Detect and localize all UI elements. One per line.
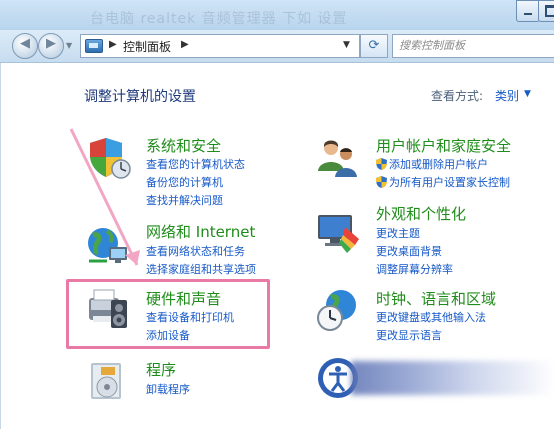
minimize-icon — [524, 13, 532, 15]
clock-language-icon[interactable] — [315, 287, 361, 333]
category-programs[interactable]: 程序 — [146, 359, 176, 380]
page-title: 调整计算机的设置 — [84, 89, 196, 105]
link-add-remove-accounts-label: 添加或删除用户帐户 — [389, 158, 488, 171]
chevron-down-icon[interactable]: ▼ — [524, 89, 531, 99]
link-parental-controls-label: 为所有用户设置家长控制 — [389, 176, 510, 189]
link-desktop-background[interactable]: 更改桌面背景 — [376, 243, 442, 259]
search-input[interactable] — [399, 37, 549, 53]
control-panel-icon — [85, 39, 103, 53]
minimize-button[interactable] — [516, 0, 540, 22]
network-internet-icon[interactable] — [85, 223, 131, 269]
category-appearance[interactable]: 外观和个性化 — [376, 203, 466, 224]
link-parental-controls[interactable]: 为所有用户设置家长控制 — [376, 174, 510, 190]
uac-shield-icon — [376, 158, 387, 170]
search-box[interactable] — [392, 34, 554, 58]
maximize-icon — [545, 5, 554, 17]
category-user-accounts[interactable]: 用户帐户和家庭安全 — [376, 135, 511, 156]
category-network-internet[interactable]: 网络和 Internet — [146, 221, 255, 242]
link-display-language[interactable]: 更改显示语言 — [376, 327, 442, 343]
forward-arrow-icon: ▶ — [46, 36, 56, 51]
link-screen-resolution[interactable]: 调整屏幕分辨率 — [376, 261, 453, 277]
breadcrumb-separator-icon[interactable]: ▶ — [181, 39, 189, 50]
breadcrumb-control-panel[interactable]: 控制面板 — [123, 38, 171, 55]
breadcrumb-separator-icon[interactable]: ▶ — [109, 39, 117, 50]
recent-pages-dropdown[interactable]: ▼ — [66, 41, 72, 50]
link-add-remove-accounts[interactable]: 添加或删除用户帐户 — [376, 156, 488, 172]
highlight-box — [66, 279, 270, 349]
category-clock-language[interactable]: 时钟、语言和区域 — [376, 288, 496, 309]
system-security-icon[interactable] — [85, 135, 131, 181]
maximize-button[interactable] — [538, 0, 554, 22]
user-accounts-icon[interactable] — [315, 135, 361, 181]
link-backup-computer[interactable]: 备份您的计算机 — [146, 174, 223, 190]
refresh-button[interactable]: ⟳ — [360, 34, 388, 58]
address-box[interactable]: ▶ 控制面板 ▶ ▼ — [80, 34, 360, 58]
navigation-bar: ◀ ▶ ▼ ▶ 控制面板 ▶ ▼ ⟳ — [0, 30, 554, 63]
window-title: 台电脑 realtek 音频管理器 下如 设置 — [90, 11, 348, 27]
link-view-computer-status[interactable]: 查看您的计算机状态 — [146, 156, 245, 172]
link-network-status[interactable]: 查看网络状态和任务 — [146, 243, 245, 259]
obscured-area — [351, 361, 554, 395]
link-uninstall-program[interactable]: 卸载程序 — [146, 381, 190, 397]
back-button[interactable]: ◀ — [12, 33, 38, 59]
back-arrow-icon: ◀ — [20, 36, 30, 51]
title-bar: 台电脑 realtek 音频管理器 下如 设置 — [0, 0, 554, 34]
address-dropdown-icon[interactable]: ▼ — [343, 40, 350, 50]
view-by-label: 查看方式: — [431, 89, 484, 103]
refresh-icon: ⟳ — [368, 38, 380, 53]
programs-icon[interactable] — [85, 357, 131, 403]
uac-shield-icon — [376, 176, 387, 188]
control-panel-content: 调整计算机的设置 查看方式: 类别 ▼ 系统和安全 查看您的计算机状态 备份您的… — [0, 63, 554, 429]
forward-button[interactable]: ▶ — [38, 33, 64, 59]
view-by-dropdown[interactable]: 类别 — [495, 87, 519, 104]
link-troubleshoot[interactable]: 查找并解决问题 — [146, 192, 223, 208]
link-keyboard-input[interactable]: 更改键盘或其他输入法 — [376, 309, 486, 325]
category-system-security[interactable]: 系统和安全 — [146, 135, 221, 156]
link-change-theme[interactable]: 更改主题 — [376, 225, 420, 241]
link-homegroup-sharing[interactable]: 选择家庭组和共享选项 — [146, 261, 256, 277]
appearance-icon[interactable] — [315, 209, 361, 255]
